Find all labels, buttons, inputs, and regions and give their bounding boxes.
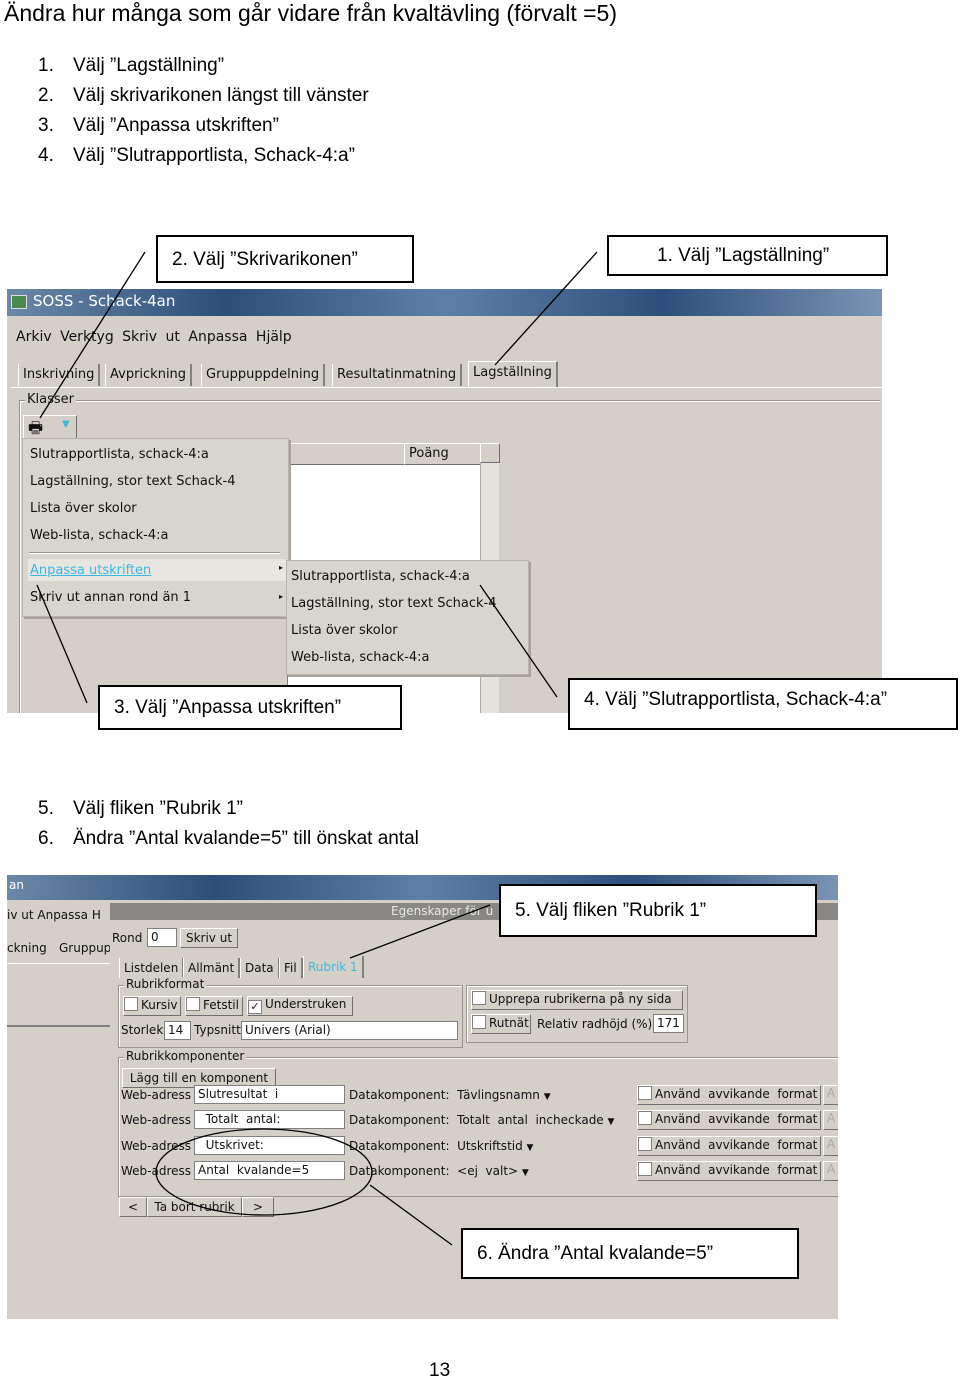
pointer-line-2 bbox=[39, 251, 146, 419]
pointer-line-4 bbox=[479, 584, 558, 698]
annotation-lines bbox=[36, 251, 598, 1246]
pointer-line-3 bbox=[36, 584, 88, 704]
highlight-ellipse bbox=[155, 1128, 373, 1216]
pointer-line-6 bbox=[369, 1184, 453, 1246]
pointer-line-5 bbox=[349, 904, 491, 959]
document-page: Ändra hur många som går vidare från kval… bbox=[0, 0, 960, 1380]
page-number: 13 bbox=[429, 1360, 451, 1380]
pointer-line-1 bbox=[494, 251, 598, 366]
